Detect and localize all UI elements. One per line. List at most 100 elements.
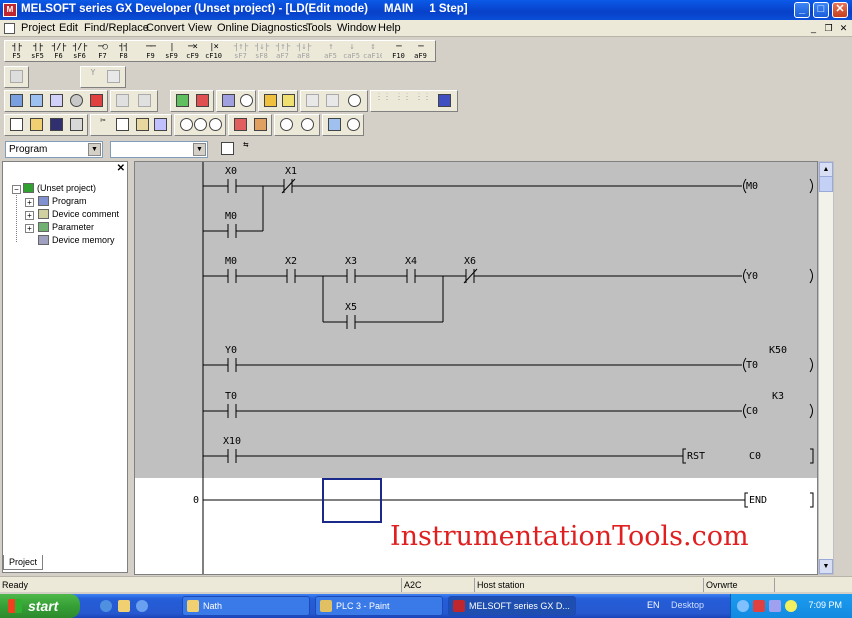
application-instruction-button[interactable]: ┤┤ F8: [114, 43, 133, 60]
find-contact-icon[interactable]: [206, 117, 225, 134]
delete-line-button[interactable]: ─ aF9: [411, 43, 430, 60]
cross-reference-icon[interactable]: [135, 93, 154, 110]
tree-item-device-memory[interactable]: Device memory: [38, 235, 115, 245]
list-view-icon[interactable]: [218, 141, 237, 158]
zoom-in-icon[interactable]: [277, 117, 296, 134]
ladder-mode-icon[interactable]: [7, 69, 26, 86]
clock[interactable]: 7:09 PM: [808, 600, 842, 610]
chevron-down-icon[interactable]: ▼: [88, 143, 101, 156]
menu-online[interactable]: Online: [217, 22, 249, 34]
folder-icon[interactable]: [118, 600, 130, 612]
horizontal-line-button[interactable]: ── F9: [141, 43, 160, 60]
monitor-start-icon[interactable]: [325, 117, 344, 134]
document-icon[interactable]: [4, 23, 15, 34]
menu-convert[interactable]: Convert: [146, 22, 185, 34]
scroll-down-button[interactable]: ▼: [819, 559, 833, 574]
draw-line-button[interactable]: ─ F10: [389, 43, 408, 60]
close-icon[interactable]: ✕: [117, 163, 125, 174]
read-plc-icon[interactable]: [7, 93, 26, 110]
falling-pulse-button[interactable]: ┤↓├ sF8: [252, 43, 271, 60]
desktop-toolbar[interactable]: Desktop: [671, 600, 704, 610]
parallel-falling-pulse-button[interactable]: ┤↓├ aF8: [294, 43, 313, 60]
copy-icon[interactable]: [113, 117, 132, 134]
window-icon[interactable]: [435, 93, 454, 110]
coil-button[interactable]: ─○ F7: [93, 43, 112, 60]
transfer-icon[interactable]: [113, 93, 132, 110]
parallel-contact-nc-button[interactable]: ┤/├ sF6: [70, 43, 89, 60]
tree-collapse-button[interactable]: −: [12, 185, 21, 194]
entry-monitor-icon[interactable]: [173, 93, 192, 110]
menu-view[interactable]: View: [188, 22, 212, 34]
close-button[interactable]: ✕: [832, 2, 848, 18]
new-file-icon[interactable]: [7, 117, 26, 134]
verify-icon[interactable]: [47, 93, 66, 110]
minimize-button[interactable]: _: [794, 2, 810, 18]
start-button[interactable]: start: [0, 594, 80, 618]
plc-read-icon[interactable]: [251, 117, 270, 134]
scroll-thumb[interactable]: [819, 176, 833, 192]
tree-view-icon[interactable]: ⇆: [236, 141, 255, 158]
ladder-editor[interactable]: X0 X1 M0 M0 M0 X2 X3 X4 X6 Y0 X5 Y0 T0 K…: [134, 161, 818, 575]
zoom-monitor-icon[interactable]: [345, 93, 364, 110]
invert-operation-button[interactable]: ↕ caF10: [363, 43, 382, 60]
data-type-combo[interactable]: Program ▼: [5, 141, 103, 158]
vertical-line-button[interactable]: │ sF9: [162, 43, 181, 60]
update-icon[interactable]: [785, 600, 797, 612]
task-melsoft[interactable]: MELSOFT series GX D...: [448, 596, 576, 616]
menu-edit[interactable]: Edit: [59, 22, 78, 34]
device-list-icon[interactable]: [104, 69, 123, 86]
scroll-up-button[interactable]: ▲: [819, 162, 833, 177]
line-insert-icon[interactable]: ⋮⋮: [393, 93, 412, 110]
parallel-contact-no-button[interactable]: ┤├ sF5: [28, 43, 47, 60]
contact-nc-button[interactable]: ┤/├ F6: [49, 43, 68, 60]
task-paint[interactable]: PLC 3 - Paint: [315, 596, 443, 616]
media-icon[interactable]: [136, 600, 148, 612]
tab-project[interactable]: Project: [3, 555, 43, 570]
program-name-combo[interactable]: ▼: [110, 141, 208, 158]
zoom-out-icon[interactable]: [298, 117, 317, 134]
diagnosis-icon[interactable]: [261, 93, 280, 110]
skip-execute-icon[interactable]: [323, 93, 342, 110]
rising-pulse-button[interactable]: ┤↑├ sF7: [231, 43, 250, 60]
vertical-scrollbar[interactable]: ▲ ▼: [818, 161, 834, 575]
security-icon[interactable]: [753, 600, 765, 612]
paste-icon[interactable]: [133, 117, 152, 134]
operation-rising-button[interactable]: ↑ aF5: [321, 43, 340, 60]
chevron-down-icon[interactable]: ▼: [193, 143, 206, 156]
tree-item-parameter[interactable]: Parameter: [38, 222, 94, 232]
operation-falling-button[interactable]: ↓ caF5: [342, 43, 361, 60]
device-search-icon[interactable]: Y: [83, 69, 102, 86]
write-plc-icon[interactable]: [27, 93, 46, 110]
device-batch-icon[interactable]: [193, 93, 212, 110]
line-align-icon[interactable]: ⋮⋮: [373, 93, 392, 110]
tree-expand-button[interactable]: +: [25, 211, 34, 220]
monitor-write-icon[interactable]: [344, 117, 363, 134]
volume-icon[interactable]: [769, 600, 781, 612]
remote-icon[interactable]: [87, 93, 106, 110]
mdi-restore-button[interactable]: ❐: [823, 23, 834, 34]
print-icon[interactable]: [67, 117, 86, 134]
menu-find-replace[interactable]: Find/Replace: [84, 22, 149, 34]
open-folder-icon[interactable]: [27, 117, 46, 134]
cut-icon[interactable]: ✂: [93, 117, 112, 134]
mdi-close-button[interactable]: ✕: [838, 23, 849, 34]
menu-help[interactable]: Help: [378, 22, 401, 34]
menu-project[interactable]: Project: [21, 22, 55, 34]
task-nath[interactable]: Nath: [182, 596, 310, 616]
language-indicator[interactable]: EN: [647, 600, 660, 610]
hourglass-icon[interactable]: [279, 93, 298, 110]
step-execute-icon[interactable]: [303, 93, 322, 110]
tree-expand-button[interactable]: +: [25, 198, 34, 207]
menu-tools[interactable]: Tools: [306, 22, 332, 34]
mdi-minimize-button[interactable]: _: [808, 23, 819, 34]
tree-root-unset-project[interactable]: (Unset project): [23, 183, 96, 193]
tree-item-program[interactable]: Program: [38, 196, 87, 206]
menu-diagnostics[interactable]: Diagnostics: [251, 22, 308, 34]
line-delete-icon[interactable]: ⋮⋮: [413, 93, 432, 110]
parallel-rising-pulse-button[interactable]: ┤↑├ aF7: [273, 43, 292, 60]
search-icon[interactable]: [237, 93, 256, 110]
tree-item-device-comment[interactable]: Device comment: [38, 209, 119, 219]
tree-expand-button[interactable]: +: [25, 224, 34, 233]
save-icon[interactable]: [47, 117, 66, 134]
delete-vertical-line-button[interactable]: │× cF10: [204, 43, 223, 60]
